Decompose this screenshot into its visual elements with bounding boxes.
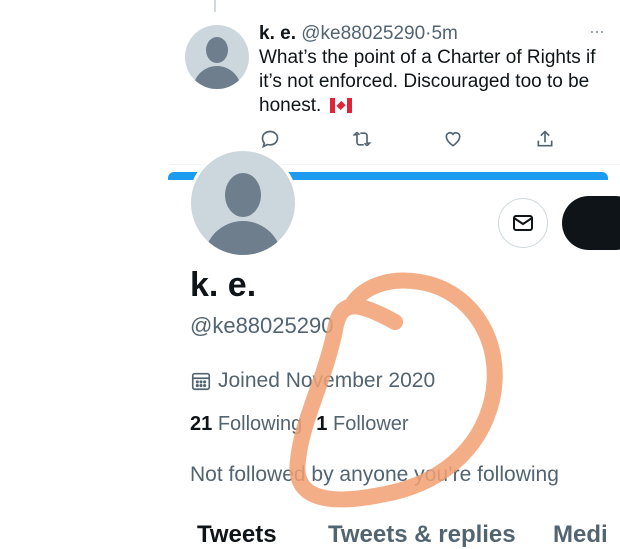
canada-flag-icon [329, 98, 352, 113]
following-label: Following [217, 413, 303, 435]
joined-date: Joined November 2020 [190, 369, 435, 393]
tweet-author-name[interactable]: k. e. [259, 23, 296, 44]
retweet-icon[interactable] [351, 128, 373, 150]
tab-media[interactable]: Medi [553, 521, 608, 549]
profile-handle: @ke88025290 [190, 313, 334, 338]
like-icon[interactable] [442, 128, 464, 150]
following-count: 21 [190, 413, 213, 435]
followers-count: 1 [316, 413, 328, 435]
follow-stats: 21 Following 1 Follower [190, 413, 409, 436]
tweet-header: k. e. @ke88025290·5m [259, 23, 458, 45]
not-followed-text: Not followed by anyone you’re following [190, 463, 559, 486]
calendar-icon [191, 372, 211, 391]
profile-avatar[interactable] [188, 148, 298, 258]
tweet-text: What’s the point of a Charter of Rights … [259, 46, 609, 118]
tweet-avatar[interactable] [185, 25, 249, 89]
tweet-author-handle[interactable]: @ke88025290 [301, 23, 425, 44]
following-link[interactable]: 21 Following [190, 413, 302, 435]
reply-icon[interactable] [259, 128, 281, 150]
followers-label: Follower [332, 413, 409, 435]
message-button[interactable] [498, 198, 548, 248]
follow-button[interactable] [562, 196, 620, 250]
tweet-time[interactable]: 5m [431, 23, 457, 44]
followers-link[interactable]: 1 Follower [316, 413, 408, 435]
profile-display-name: k. e. [190, 266, 257, 304]
more-icon[interactable]: ··· [589, 21, 605, 42]
thread-line [214, 0, 216, 12]
tab-tweets-replies[interactable]: Tweets & replies [328, 521, 516, 549]
tweet-body: What’s the point of a Charter of Rights … [259, 47, 596, 116]
share-icon[interactable] [534, 128, 556, 150]
envelope-icon [513, 215, 533, 231]
joined-text: Joined November 2020 [218, 369, 436, 392]
tab-tweets[interactable]: Tweets [197, 521, 277, 549]
